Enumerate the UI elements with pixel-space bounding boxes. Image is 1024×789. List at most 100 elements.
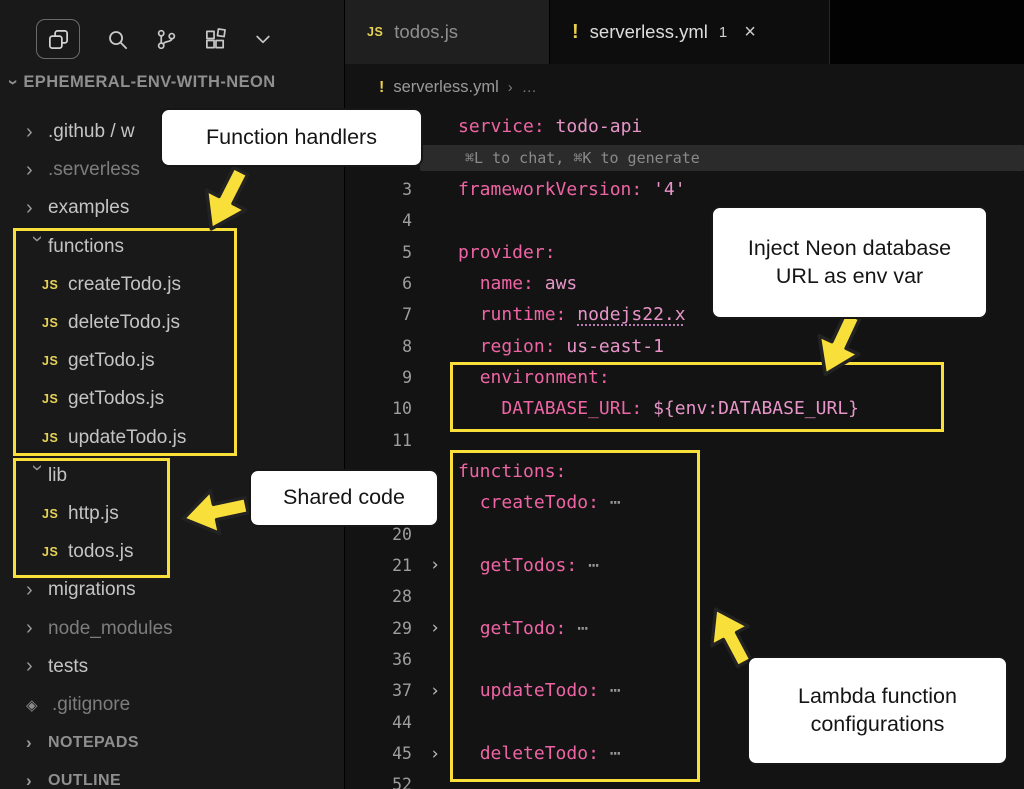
code-line[interactable]: functions: [458, 461, 566, 482]
tree-item-label: .serverless [48, 159, 140, 181]
code-line-row: 9 environment: [345, 362, 1024, 393]
tree-item-migrations[interactable]: ›migrations [0, 571, 344, 609]
code-line[interactable]: getTodos: ⋯ [458, 555, 599, 576]
fold-chevron-icon[interactable]: › [412, 555, 458, 575]
code-line-row: 8 region: us-east-1 [345, 330, 1024, 361]
chevron-right-icon: › [26, 617, 48, 640]
code-line-row: service: todo-api [345, 111, 1024, 142]
code-line-row: 10 DATABASE_URL: ${env:DATABASE_URL} [345, 393, 1024, 424]
tree-item-todos-js[interactable]: JStodos.js [0, 533, 344, 571]
code-line[interactable]: updateTodo: ⋯ [458, 680, 621, 701]
explorer-root-folder[interactable]: › EPHEMERAL-ENV-WITH-NEON [0, 64, 344, 100]
code-line[interactable]: deleteTodo: ⋯ [458, 743, 621, 764]
modified-badge: 1 [719, 24, 727, 41]
js-file-icon: JS [42, 431, 68, 445]
tree-item-label: updateTodo.js [68, 427, 186, 449]
tree-item-label: createTodo.js [68, 274, 181, 296]
tree-item-gettodos-js[interactable]: JSgetTodos.js [0, 380, 344, 418]
code-line[interactable]: provider: [458, 242, 556, 263]
section-label: OUTLINE [48, 772, 121, 789]
line-number: 10 [345, 399, 412, 418]
tree-item-label: lib [48, 465, 67, 487]
line-number: 11 [345, 431, 412, 450]
tree-item-tests[interactable]: ›tests [0, 648, 344, 686]
callout-inject-env: Inject Neon database URL as env var [711, 206, 988, 319]
tree-item-label: functions [48, 236, 124, 258]
code-line-row: 52 [345, 769, 1024, 789]
code-line-row: 3 frameworkVersion: '4' [345, 174, 1024, 205]
fold-chevron-icon[interactable]: › [412, 618, 458, 638]
sidebar-section-notepads[interactable]: ›NOTEPADS [0, 724, 344, 762]
tree-item-examples[interactable]: ›examples [0, 189, 344, 227]
sidebar-section-outline[interactable]: ›OUTLINE [0, 762, 344, 789]
explorer-icon[interactable] [36, 19, 80, 59]
tree-item-deletetodo-js[interactable]: JSdeleteTodo.js [0, 304, 344, 342]
tree-item-node-modules[interactable]: ›node_modules [0, 609, 344, 647]
chevron-right-icon: › [508, 79, 513, 96]
callout-shared-code: Shared code [249, 469, 439, 527]
gitignore-file-icon: ◈ [26, 696, 52, 714]
code-line-row: 28 [345, 581, 1024, 612]
code-line-row: 20 [345, 518, 1024, 549]
code-line[interactable]: runtime: nodejs22.x [458, 304, 686, 325]
line-number: 20 [345, 525, 412, 544]
tab-label: todos.js [394, 21, 458, 43]
fold-chevron-icon[interactable]: › [412, 681, 458, 701]
line-number: 5 [345, 243, 412, 262]
fold-chevron-icon[interactable]: › [412, 744, 458, 764]
chevron-right-icon: › [26, 159, 48, 182]
chevron-down-icon: › [3, 79, 24, 85]
callout-function-handlers: Function handlers [160, 108, 423, 167]
tree-item-label: http.js [68, 503, 119, 525]
code-line[interactable]: environment: [458, 367, 610, 388]
tree-item-gitignore[interactable]: ◈.gitignore [0, 686, 344, 724]
line-number: 4 [345, 211, 412, 230]
tab-serverless-yml[interactable]: ! serverless.yml 1 × [550, 0, 830, 64]
js-file-icon: JS [42, 545, 68, 559]
tree-item-label: getTodo.js [68, 350, 155, 372]
extensions-icon[interactable] [204, 28, 227, 51]
ai-hint-bar[interactable]: ⌘L to chat, ⌘K to generate [420, 145, 1024, 171]
root-folder-label: EPHEMERAL-ENV-WITH-NEON [23, 73, 275, 92]
line-number: 37 [345, 681, 412, 700]
tree-item-label: getTodos.js [68, 388, 164, 410]
code-line[interactable]: createTodo: ⋯ [458, 492, 621, 513]
tree-item-updatetodo-js[interactable]: JSupdateTodo.js [0, 419, 344, 457]
chevron-right-icon: › [26, 197, 48, 220]
tree-item-gettodo-js[interactable]: JSgetTodo.js [0, 342, 344, 380]
code-line[interactable]: region: us-east-1 [458, 336, 664, 357]
source-control-icon[interactable] [155, 28, 178, 51]
tree-item-label: node_modules [48, 618, 173, 640]
tree-item-functions[interactable]: ›functions [0, 228, 344, 266]
line-number: 21 [345, 556, 412, 575]
line-number: 36 [345, 650, 412, 669]
tab-bar: JS todos.js ! serverless.yml 1 × [345, 0, 1024, 64]
line-number: 28 [345, 587, 412, 606]
line-number: 9 [345, 368, 412, 387]
code-line[interactable]: service: todo-api [458, 116, 642, 137]
line-number: 3 [345, 180, 412, 199]
code-line[interactable]: frameworkVersion: '4' [458, 179, 686, 200]
chevron-right-icon: › [26, 121, 48, 144]
js-file-icon: JS [42, 354, 68, 368]
chevron-down-icon[interactable] [253, 29, 273, 49]
tree-item-label: .gitignore [52, 694, 130, 716]
code-line[interactable]: DATABASE_URL: ${env:DATABASE_URL} [458, 398, 859, 419]
code-line[interactable]: getTodo: ⋯ [458, 618, 588, 639]
breadcrumb[interactable]: ! serverless.yml › … [345, 64, 1024, 111]
code-line-row: 11 [345, 424, 1024, 455]
breadcrumb-more[interactable]: … [522, 79, 537, 96]
code-line-row: 21› getTodos: ⋯ [345, 550, 1024, 581]
js-file-icon: JS [367, 25, 383, 39]
callout-lambda-config: Lambda function configurations [747, 656, 1008, 765]
line-number: 45 [345, 744, 412, 763]
line-number: 6 [345, 274, 412, 293]
breadcrumb-file: serverless.yml [393, 78, 498, 97]
search-icon[interactable] [106, 28, 129, 51]
tab-todos-js[interactable]: JS todos.js [345, 0, 550, 64]
js-file-icon: JS [42, 278, 68, 292]
code-line[interactable]: name: aws [458, 273, 577, 294]
tree-item-createtodo-js[interactable]: JScreateTodo.js [0, 266, 344, 304]
close-tab-icon[interactable]: × [744, 21, 756, 44]
code-line-row: 29› getTodo: ⋯ [345, 613, 1024, 644]
